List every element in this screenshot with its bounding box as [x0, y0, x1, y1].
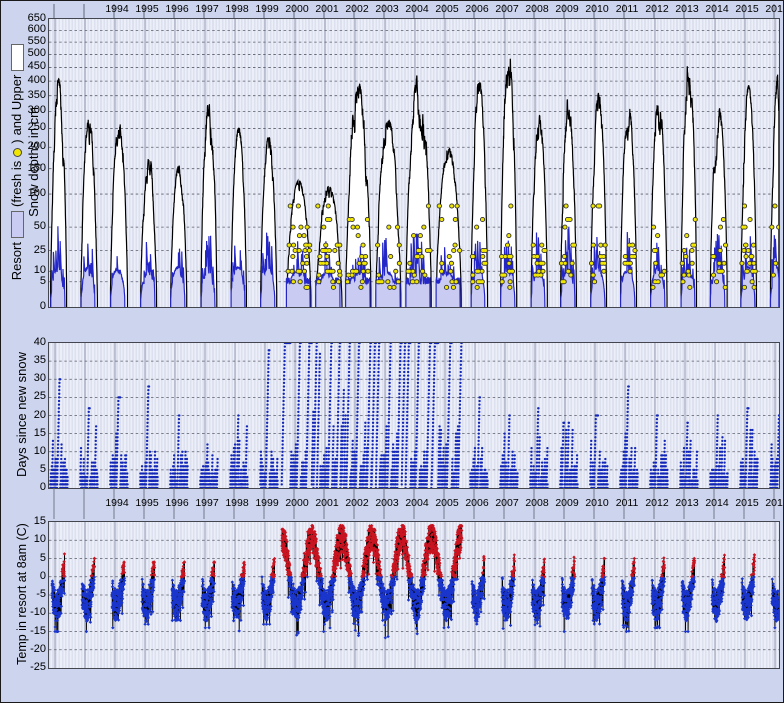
snow-tick-label: 0: [4, 300, 46, 312]
temp-tick-label: 0: [4, 570, 46, 582]
snow-tick-label: 500: [4, 47, 46, 59]
snow-depth-panel: [48, 18, 780, 308]
year-label-top: 2010: [582, 2, 612, 17]
year-label-top: 1997: [192, 2, 222, 17]
year-label-mid: 1995: [132, 496, 162, 511]
snow-tick-label: 250: [4, 121, 46, 133]
year-label-mid: 2008: [522, 496, 552, 511]
snow-tick-label: 5: [4, 275, 46, 287]
snow-history-chart: Resort (fresh is ) and Upper Snow depths…: [0, 0, 784, 703]
year-label-top: 2003: [372, 2, 402, 17]
temperature-plot: [49, 522, 779, 668]
days-tick-label: 40: [4, 336, 46, 348]
days-since-snow-plot: [49, 343, 779, 488]
year-label-mid: 2010: [582, 496, 612, 511]
year-label-top: 2002: [342, 2, 372, 17]
year-label-top: 2012: [642, 2, 672, 17]
year-label-mid: 2006: [462, 496, 492, 511]
year-label-top: 1999: [252, 2, 282, 17]
year-label-top: 2009: [552, 2, 582, 17]
year-label-mid: 1994: [102, 496, 132, 511]
days-tick-label: 35: [4, 354, 46, 366]
year-label-top: 2000: [282, 2, 312, 17]
year-label-mid: 2001: [312, 496, 342, 511]
days-tick-label: 10: [4, 445, 46, 457]
snow-depth-plot: [49, 19, 779, 307]
year-label-top: 2004: [402, 2, 432, 17]
temp-tick-label: -25: [4, 661, 46, 673]
year-label-top: 2016: [762, 2, 784, 17]
year-label-mid: 1998: [222, 496, 252, 511]
year-label-top: 2008: [522, 2, 552, 17]
snow-tick-label: 150: [4, 162, 46, 174]
temp-tick-label: -15: [4, 625, 46, 637]
temperature-panel: [48, 521, 780, 669]
year-label-mid: 2005: [432, 496, 462, 511]
year-label-top: 2015: [732, 2, 762, 17]
temp-tick-label: 15: [4, 515, 46, 527]
snow-tick-label: 550: [4, 35, 46, 47]
year-label-top: 1998: [222, 2, 252, 17]
year-label-top: 2005: [432, 2, 462, 17]
year-label-mid: 2011: [612, 496, 642, 511]
days-tick-label: 20: [4, 409, 46, 421]
snow-tick-label: 300: [4, 104, 46, 116]
year-label-mid: 1997: [192, 496, 222, 511]
snow-tick-label: 25: [4, 244, 46, 256]
year-label-mid: 2016: [762, 496, 784, 511]
year-label-top: 2014: [702, 2, 732, 17]
year-label-mid: 2012: [642, 496, 672, 511]
days-tick-label: 5: [4, 463, 46, 475]
days-tick-label: 25: [4, 390, 46, 402]
year-label-top: 2001: [312, 2, 342, 17]
year-label-mid: 2013: [672, 496, 702, 511]
snow-tick-label: 450: [4, 60, 46, 72]
days-tick-label: 0: [4, 481, 46, 493]
year-label-mid: 2007: [492, 496, 522, 511]
year-label-mid: 2002: [342, 496, 372, 511]
days-tick-label: 15: [4, 427, 46, 439]
year-label-top: 2006: [462, 2, 492, 17]
year-label-top: 2011: [612, 2, 642, 17]
year-label-top: 1994: [102, 2, 132, 17]
snow-tick-label: 200: [4, 140, 46, 152]
year-label-mid: 2003: [372, 496, 402, 511]
year-label-mid: 2009: [552, 496, 582, 511]
snow-tick-label: 50: [4, 220, 46, 232]
year-label-mid: 2000: [282, 496, 312, 511]
year-label-mid: 1999: [252, 496, 282, 511]
year-label-mid: 2004: [402, 496, 432, 511]
year-label-top: 1996: [162, 2, 192, 17]
snow-tick-label: 350: [4, 89, 46, 101]
snow-tick-label: 650: [4, 12, 46, 24]
year-label-mid: 1996: [162, 496, 192, 511]
snow-tick-label: 400: [4, 74, 46, 86]
days-since-snow-panel: [48, 342, 780, 489]
year-label-mid: 2014: [702, 496, 732, 511]
snow-tick-label: 100: [4, 187, 46, 199]
days-tick-label: 30: [4, 372, 46, 384]
year-label-mid: 2015: [732, 496, 762, 511]
temp-tick-label: -10: [4, 606, 46, 618]
snow-tick-label: 600: [4, 23, 46, 35]
temp-tick-label: 10: [4, 533, 46, 545]
temp-tick-label: -5: [4, 588, 46, 600]
temp-tick-label: 5: [4, 552, 46, 564]
year-label-top: 1995: [132, 2, 162, 17]
year-label-top: 2007: [492, 2, 522, 17]
temp-tick-label: -20: [4, 643, 46, 655]
year-label-top: 2013: [672, 2, 702, 17]
